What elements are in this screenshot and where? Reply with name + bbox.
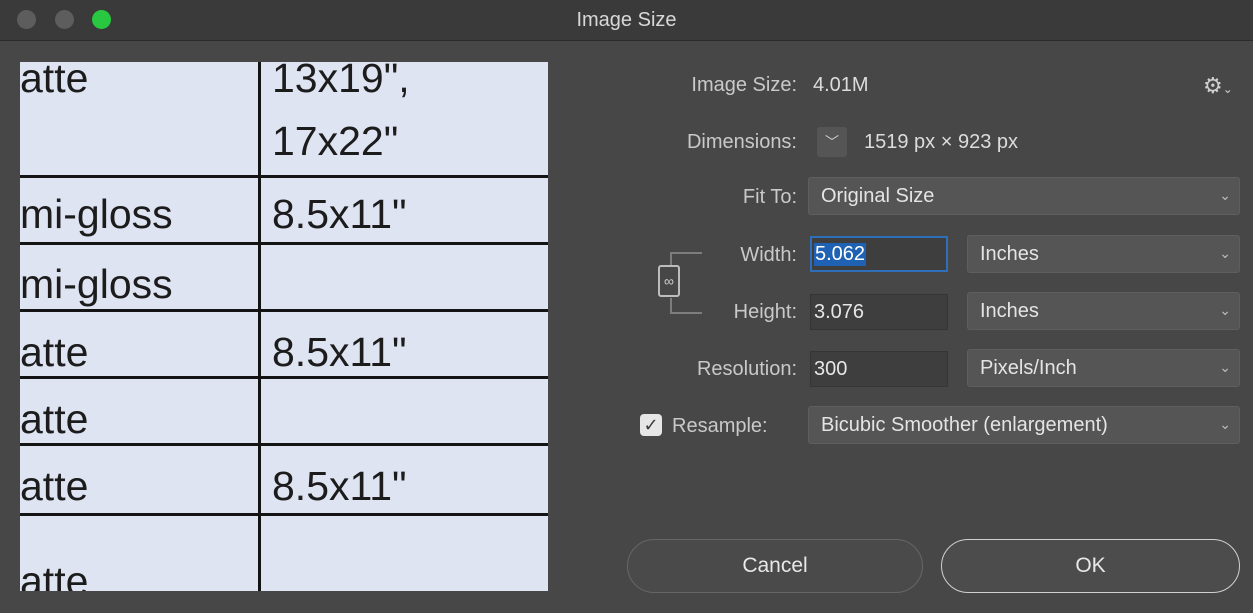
table-row (20, 379, 548, 446)
image-preview[interactable]: atte 13x19", 17x22" mi-gloss 8.5x11" mi-… (20, 62, 548, 591)
preview-cell: mi-gloss (20, 191, 173, 237)
preview-cell: atte (20, 62, 89, 101)
width-unit-value: Inches (980, 243, 1039, 265)
preview-cell: 13x19", (272, 62, 410, 101)
resample-select[interactable]: Bicubic Smoother (enlargement) ⌄ (808, 406, 1240, 444)
dimensions-label: Dimensions: (686, 131, 797, 153)
ok-button[interactable]: OK (941, 539, 1240, 593)
chevron-down-icon: ⌄ (1219, 245, 1231, 261)
link-bracket-top (670, 252, 702, 266)
chevron-down-icon: ⌄ (1219, 302, 1231, 318)
chevron-down-icon: ⌄ (1219, 416, 1231, 432)
resample-checkbox[interactable]: ✓ (640, 414, 662, 436)
height-label: Height: (733, 301, 797, 323)
chevron-down-icon: ﹀ (825, 134, 839, 150)
cancel-button[interactable]: Cancel (627, 539, 923, 593)
width-unit-select[interactable]: Inches ⌄ (967, 235, 1240, 273)
table-column-divider (258, 62, 261, 591)
dimensions-value: 1519 px × 923 px (864, 131, 1019, 153)
resolution-unit-value: Pixels/Inch (980, 357, 1077, 379)
preview-cell: atte (20, 329, 89, 375)
link-bracket-bottom (670, 298, 702, 314)
resample-label: Resample: (672, 415, 768, 437)
resolution-unit-select[interactable]: Pixels/Inch ⌄ (967, 349, 1240, 387)
preview-cell: 8.5x11" (272, 191, 407, 237)
preview-cell: mi-gloss (20, 261, 173, 307)
resolution-value: 300 (814, 358, 848, 380)
width-label: Width: (740, 244, 797, 266)
height-value: 3.076 (814, 301, 865, 323)
chevron-down-icon: ⌄ (1219, 359, 1231, 375)
fit-to-value: Original Size (821, 185, 935, 207)
resolution-input[interactable]: 300 (810, 351, 948, 387)
width-input[interactable]: 5.062 (810, 236, 948, 272)
checkmark-icon: ✓ (643, 415, 659, 435)
preview-cell: 8.5x11" (272, 463, 407, 509)
preview-cell: 17x22" (272, 118, 399, 164)
image-size-value: 4.01M (813, 74, 869, 96)
image-size-dialog: Image Size atte 13x19", 17x22" mi-gloss … (0, 0, 1253, 613)
preview-cell: atte (20, 463, 89, 509)
fit-to-select[interactable]: Original Size ⌄ (808, 177, 1240, 215)
resample-value: Bicubic Smoother (enlargement) (821, 414, 1108, 436)
height-input[interactable]: 3.076 (810, 294, 948, 330)
resolution-label: Resolution: (696, 358, 797, 380)
link-icon[interactable]: ∞ (658, 265, 680, 297)
fit-to-label: Fit To: (742, 186, 797, 208)
preview-cell: atte (20, 558, 89, 591)
window-title: Image Size (576, 9, 677, 31)
height-unit-value: Inches (980, 300, 1039, 322)
dimensions-unit-toggle[interactable]: ﹀ (817, 127, 847, 157)
image-size-label: Image Size: (691, 74, 797, 96)
title-bar: Image Size (0, 0, 1253, 41)
width-value: 5.062 (814, 243, 867, 266)
chevron-down-icon: ⌄ (1219, 187, 1231, 203)
gear-icon[interactable]: ⚙⌄ (1203, 73, 1233, 99)
preview-cell: atte (20, 396, 89, 442)
preview-cell: 8.5x11" (272, 329, 407, 375)
height-unit-select[interactable]: Inches ⌄ (967, 292, 1240, 330)
